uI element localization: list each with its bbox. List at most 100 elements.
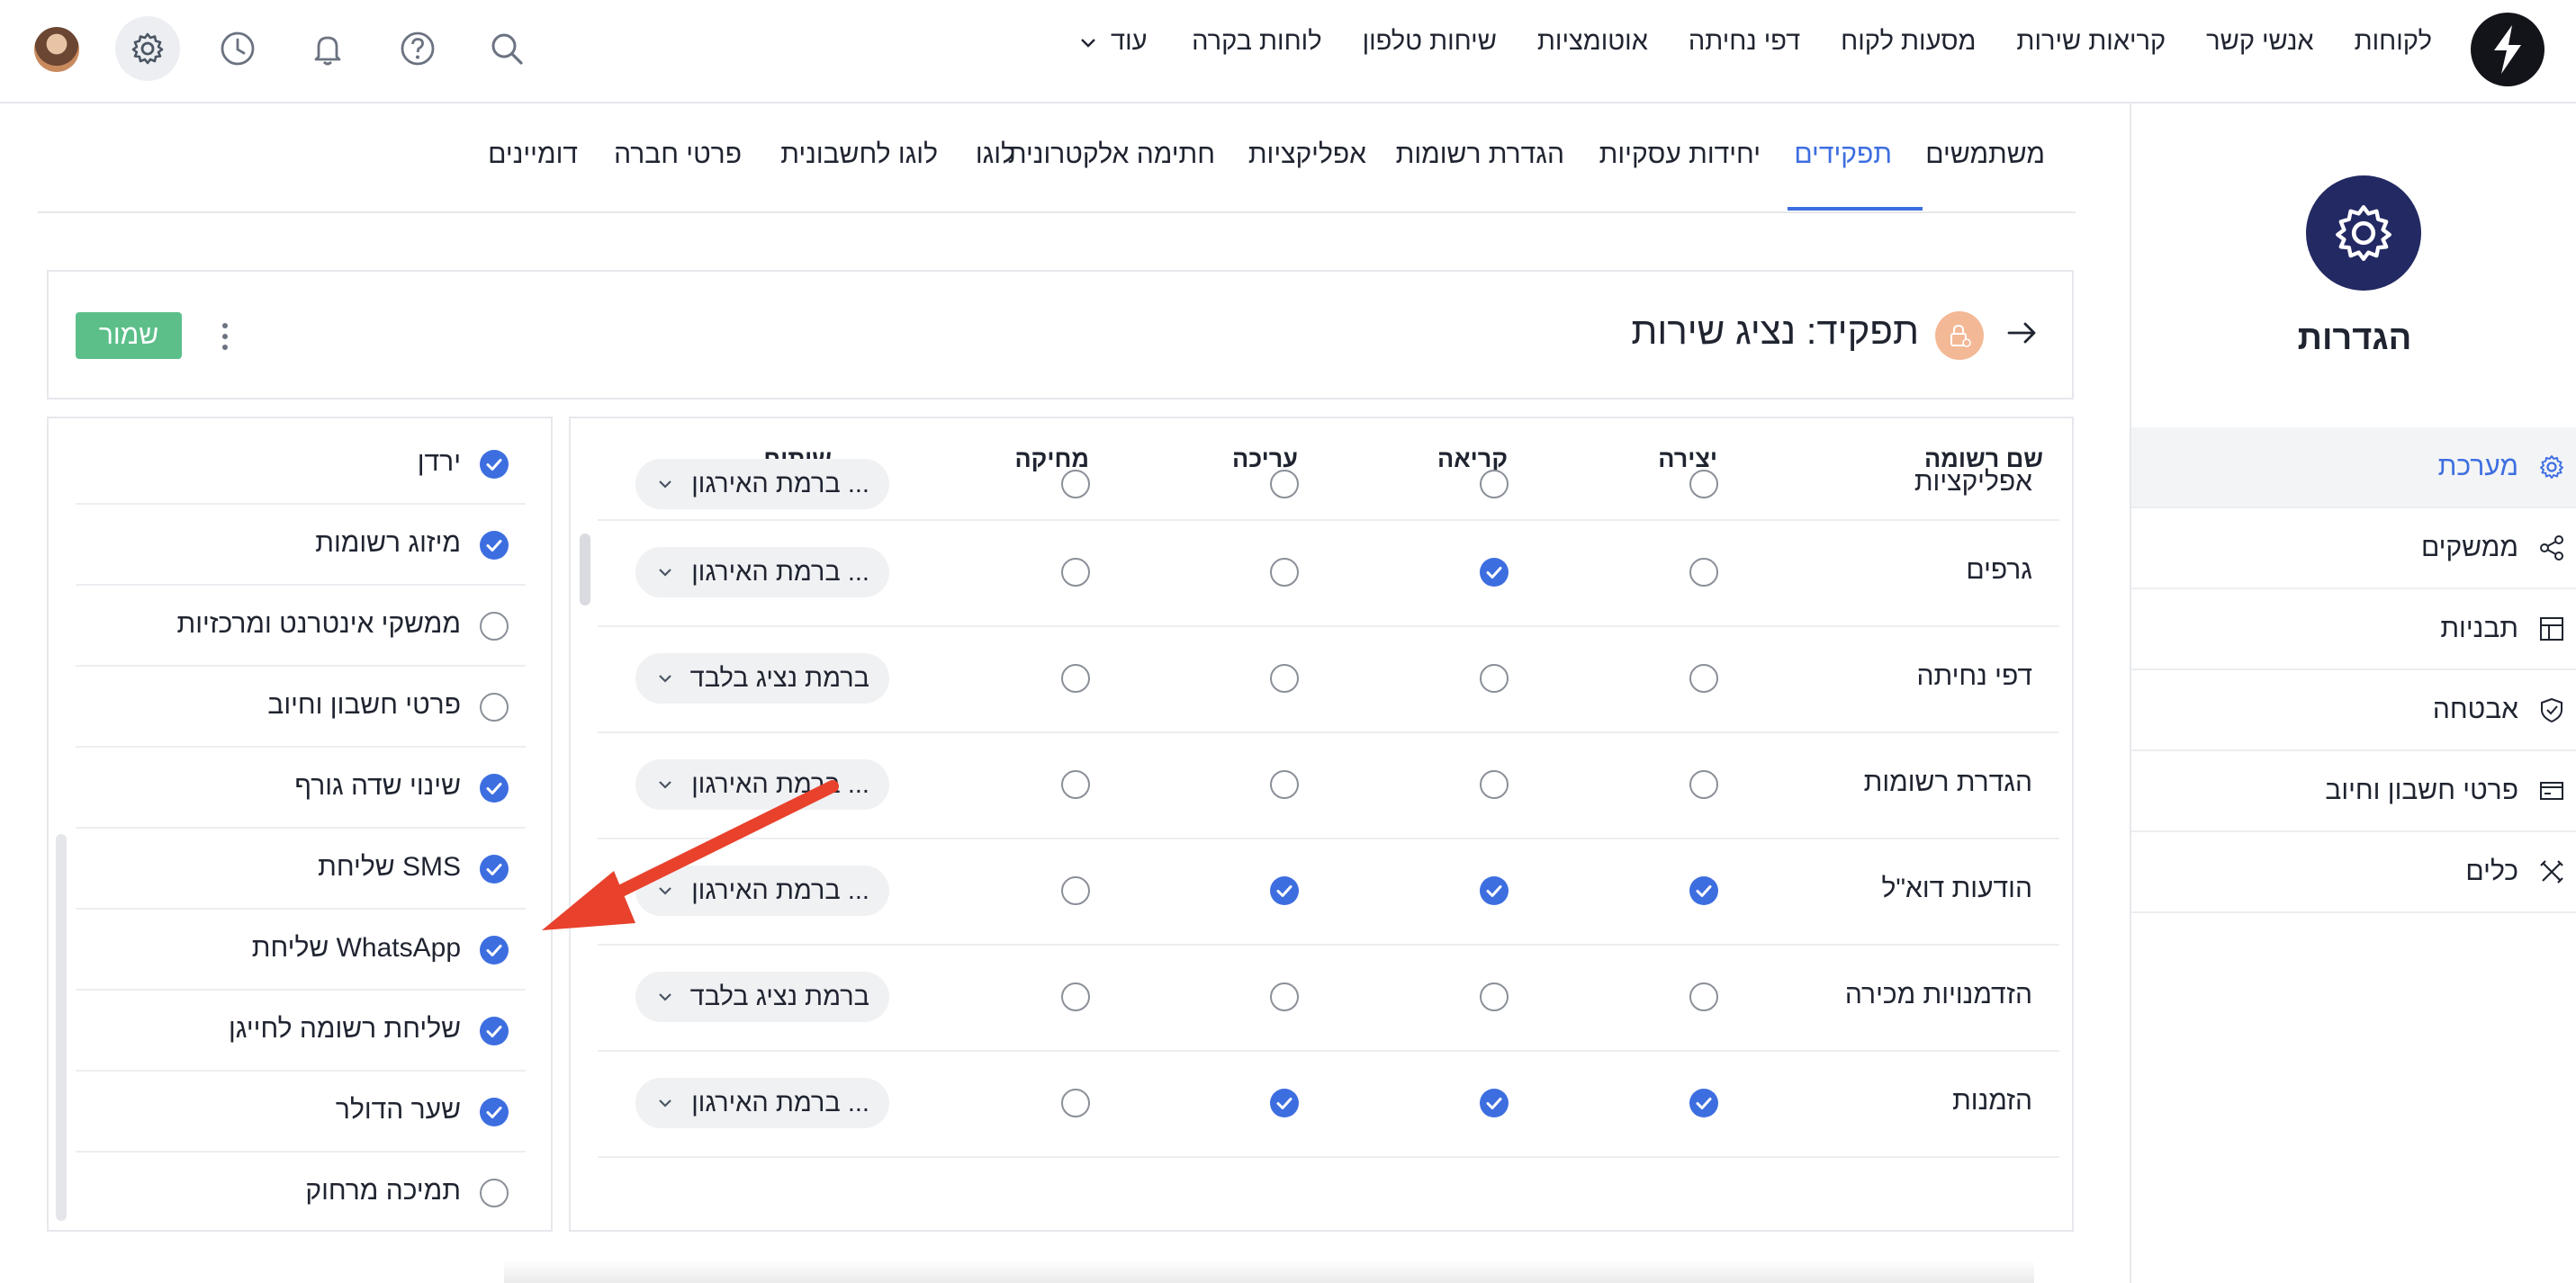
tab-record-settings[interactable]: הגדרת רשומות bbox=[1396, 139, 1564, 170]
delete-radio[interactable] bbox=[1060, 469, 1091, 499]
nav-item-service-calls[interactable]: קריאות שירות bbox=[2016, 27, 2166, 57]
sidebar-item-system[interactable]: מערכת bbox=[2131, 427, 2576, 508]
save-button[interactable]: שמור bbox=[76, 312, 182, 359]
nav-item-phone-calls[interactable]: שיחות טלפון bbox=[1363, 27, 1497, 57]
share-level-select[interactable]: ברמת האירגון ... bbox=[635, 759, 889, 810]
create-radio[interactable] bbox=[1689, 769, 1719, 800]
sidebar-item-templates[interactable]: תבניות bbox=[2131, 589, 2576, 670]
permission-checkbox[interactable] bbox=[479, 1178, 509, 1208]
create-radio[interactable] bbox=[1689, 663, 1719, 694]
permission-item[interactable]: ירדן bbox=[76, 424, 526, 505]
create-radio[interactable] bbox=[1689, 875, 1719, 906]
share-level-select[interactable]: ברמת האירגון ... bbox=[635, 1078, 889, 1128]
help-button[interactable] bbox=[392, 23, 443, 74]
share-icon bbox=[2536, 533, 2567, 563]
permission-checkbox[interactable] bbox=[479, 449, 509, 480]
tab-business-units[interactable]: יחידות עסקיות bbox=[1599, 139, 1761, 170]
permission-checkbox[interactable] bbox=[479, 935, 509, 965]
tab-apps[interactable]: אפליקציות bbox=[1248, 139, 1366, 170]
more-vertical-icon[interactable] bbox=[216, 319, 234, 354]
permission-item[interactable]: מיזוג רשומות bbox=[76, 505, 526, 586]
permission-item[interactable]: פרטי חשבון וחיוב bbox=[76, 667, 526, 748]
permission-item[interactable]: שליחת SMS bbox=[76, 829, 526, 910]
nav-item-automations[interactable]: אוטומציות bbox=[1537, 27, 1648, 57]
read-radio[interactable] bbox=[1479, 875, 1509, 906]
delete-radio[interactable] bbox=[1060, 557, 1091, 588]
delete-radio[interactable] bbox=[1060, 1088, 1091, 1118]
permission-checkbox[interactable] bbox=[479, 1097, 509, 1127]
sidebar-item-tools[interactable]: כלים bbox=[2131, 832, 2576, 913]
permission-item[interactable]: שינוי שדה גורף bbox=[76, 748, 526, 829]
table-scrollbar[interactable] bbox=[580, 534, 590, 606]
tab-domains[interactable]: דומיינים bbox=[488, 139, 578, 170]
permission-item[interactable]: שליחת רשומה לחייגן bbox=[76, 991, 526, 1072]
edit-radio[interactable] bbox=[1269, 982, 1300, 1012]
tab-logo[interactable]: לוגו bbox=[976, 139, 1015, 170]
chevron-down-icon bbox=[1081, 38, 1095, 48]
edit-radio[interactable] bbox=[1269, 1088, 1300, 1118]
read-radio[interactable] bbox=[1479, 982, 1509, 1012]
avatar[interactable] bbox=[34, 27, 79, 72]
create-radio[interactable] bbox=[1689, 982, 1719, 1012]
share-level-select[interactable]: ברמת האירגון ... bbox=[635, 866, 889, 916]
permission-checkbox[interactable] bbox=[479, 1016, 509, 1046]
nav-item-landing-pages[interactable]: דפי נחיתה bbox=[1689, 27, 1800, 57]
table-row: הודעות דוא"ל ברמת האירגון ... bbox=[598, 838, 2059, 946]
share-level-select[interactable]: ברמת האירגון ... bbox=[635, 547, 889, 597]
create-radio[interactable] bbox=[1689, 557, 1719, 588]
permission-label: שער הדולר bbox=[335, 1095, 461, 1125]
delete-radio[interactable] bbox=[1060, 769, 1091, 800]
sidebar-item-billing[interactable]: פרטי חשבון וחיוב bbox=[2131, 751, 2576, 832]
nav-more[interactable]: עוד bbox=[1078, 27, 1147, 57]
tab-roles[interactable]: תפקידים bbox=[1794, 139, 1892, 170]
nav-item-dashboards[interactable]: לוחות בקרה bbox=[1192, 27, 1322, 57]
read-radio[interactable] bbox=[1479, 469, 1509, 499]
permission-checkbox[interactable] bbox=[479, 530, 509, 561]
tab-company-details[interactable]: פרטי חברה bbox=[614, 139, 742, 170]
sidebar-item-integrations[interactable]: ממשקים bbox=[2131, 508, 2576, 589]
permission-item[interactable]: תמיכה מרחוק bbox=[76, 1153, 526, 1230]
shield-icon bbox=[2536, 695, 2567, 725]
sidebar-item-security[interactable]: אבטחה bbox=[2131, 670, 2576, 751]
permission-checkbox[interactable] bbox=[479, 692, 509, 722]
permission-item[interactable]: שער הדולר bbox=[76, 1072, 526, 1153]
delete-radio[interactable] bbox=[1060, 875, 1091, 906]
share-level-select[interactable]: ברמת האירגון ... bbox=[635, 459, 889, 509]
search-icon bbox=[491, 33, 523, 65]
list-scrollbar[interactable] bbox=[56, 834, 67, 1221]
nav-item-customer-journeys[interactable]: מסעות לקוח bbox=[1841, 27, 1976, 57]
tab-e-signature[interactable]: חתימה אלקטרונית bbox=[1008, 139, 1215, 170]
arrow-right-icon[interactable] bbox=[2004, 315, 2040, 351]
settings-sidebar: הגדרות מערכת ממשקים תבניות אבטחה פרטי חש… bbox=[2130, 103, 2576, 1283]
tab-invoice-logo[interactable]: לוגו לחשבונית bbox=[780, 139, 938, 170]
edit-radio[interactable] bbox=[1269, 469, 1300, 499]
app-logo[interactable] bbox=[2471, 13, 2544, 86]
create-radio[interactable] bbox=[1689, 1088, 1719, 1118]
read-radio[interactable] bbox=[1479, 1088, 1509, 1118]
read-radio[interactable] bbox=[1479, 769, 1509, 800]
permission-item[interactable]: ממשקי אינטרנט ומרכזיות bbox=[76, 586, 526, 667]
history-button[interactable] bbox=[212, 23, 263, 74]
edit-radio[interactable] bbox=[1269, 557, 1300, 588]
read-radio[interactable] bbox=[1479, 557, 1509, 588]
edit-radio[interactable] bbox=[1269, 769, 1300, 800]
nav-item-contacts[interactable]: אנשי קשר bbox=[2206, 27, 2313, 57]
delete-radio[interactable] bbox=[1060, 982, 1091, 1012]
share-level-select[interactable]: ברמת נציג בלבד bbox=[635, 972, 889, 1022]
create-radio[interactable] bbox=[1689, 469, 1719, 499]
settings-button[interactable] bbox=[115, 16, 180, 81]
tab-users[interactable]: משתמשים bbox=[1925, 139, 2045, 170]
nav-item-customers[interactable]: לקוחות bbox=[2355, 27, 2432, 57]
share-level-select[interactable]: ברמת נציג בלבד bbox=[635, 653, 889, 704]
notifications-button[interactable] bbox=[302, 23, 353, 74]
edit-radio[interactable] bbox=[1269, 663, 1300, 694]
bell-icon bbox=[314, 36, 341, 66]
search-button[interactable] bbox=[482, 23, 532, 74]
permission-checkbox[interactable] bbox=[479, 854, 509, 884]
permission-item[interactable]: שליחת WhatsApp bbox=[76, 910, 526, 991]
permission-checkbox[interactable] bbox=[479, 611, 509, 642]
edit-radio[interactable] bbox=[1269, 875, 1300, 906]
delete-radio[interactable] bbox=[1060, 663, 1091, 694]
read-radio[interactable] bbox=[1479, 663, 1509, 694]
permission-checkbox[interactable] bbox=[479, 773, 509, 803]
